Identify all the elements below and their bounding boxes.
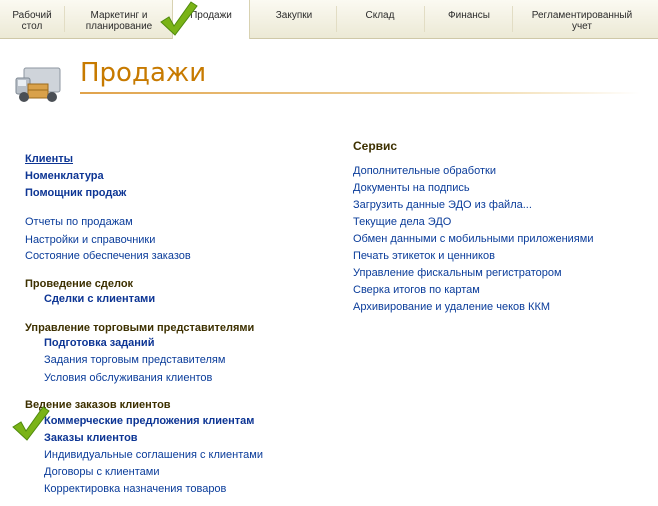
link-additional-processing[interactable]: Дополнительные обработки — [353, 164, 496, 178]
tab-divider — [424, 6, 425, 32]
tab-regulated-accounting[interactable]: Регламентированный учет — [516, 0, 648, 38]
link-load-edo-from-file[interactable]: Загрузить данные ЭДО из файла... — [353, 198, 532, 212]
link-sales-reports[interactable]: Отчеты по продажам — [25, 215, 133, 229]
link-mobile-data-exchange[interactable]: Обмен данными с мобильными приложениями — [353, 232, 593, 246]
link-fiscal-registrar[interactable]: Управление фискальным регистратором — [353, 266, 562, 280]
link-client-contracts[interactable]: Договоры с клиентами — [44, 465, 159, 479]
link-archive-receipts[interactable]: Архивирование и удаление чеков ККМ — [353, 300, 550, 314]
link-documents-to-sign[interactable]: Документы на подпись — [353, 181, 470, 195]
tab-label: Регламентированный учет — [531, 10, 633, 32]
tab-label: Маркетинг и планирование — [85, 10, 153, 32]
link-current-edo-tasks[interactable]: Текущие дела ЭДО — [353, 215, 451, 229]
tab-purchases[interactable]: Закупки — [254, 0, 334, 38]
link-commercial-offers[interactable]: Коммерческие предложения клиентам — [44, 414, 254, 428]
link-sales-assistant[interactable]: Помощник продаж — [25, 186, 126, 200]
link-order-supply-status[interactable]: Состояние обеспечения заказов — [25, 249, 191, 263]
checkmark-icon — [160, 1, 198, 36]
tab-divider — [64, 6, 65, 32]
link-card-reconciliation[interactable]: Сверка итогов по картам — [353, 283, 480, 297]
link-clients[interactable]: Клиенты — [25, 152, 73, 166]
link-individual-agreements[interactable]: Индивидуальные соглашения с клиентами — [44, 448, 263, 462]
tab-warehouse[interactable]: Склад — [340, 0, 420, 38]
tab-label: Рабочий стол — [12, 10, 52, 32]
section-tabs: Рабочий стол Маркетинг и планирование Пр… — [0, 0, 658, 39]
tab-marketing[interactable]: Маркетинг и планирование — [70, 0, 168, 38]
checkmark-icon — [12, 406, 50, 441]
tab-desktop[interactable]: Рабочий стол — [0, 0, 64, 38]
link-rep-tasks[interactable]: Задания торговым представителям — [44, 353, 225, 367]
link-settings-directories[interactable]: Настройки и справочники — [25, 233, 155, 247]
link-goods-assignment-correction[interactable]: Корректировка назначения товаров — [44, 482, 226, 496]
page-title: Продажи — [80, 58, 207, 88]
group-deals-heading: Проведение сделок — [25, 278, 134, 290]
link-client-orders[interactable]: Заказы клиентов — [44, 431, 138, 445]
link-client-deals[interactable]: Сделки с клиентами — [44, 292, 155, 306]
tab-label: Закупки — [275, 10, 313, 21]
service-heading: Сервис — [353, 139, 398, 153]
tab-finance[interactable]: Финансы — [428, 0, 510, 38]
delivery-truck-icon — [15, 67, 61, 102]
link-print-labels[interactable]: Печать этикеток и ценников — [353, 249, 495, 263]
tab-label: Финансы — [448, 10, 490, 21]
tab-divider — [512, 6, 513, 32]
title-divider — [80, 92, 640, 94]
tab-label: Склад — [365, 10, 395, 21]
tab-divider — [336, 6, 337, 32]
link-service-conditions[interactable]: Условия обслуживания клиентов — [44, 371, 212, 385]
link-nomenclature[interactable]: Номенклатура — [25, 169, 104, 183]
group-sales-reps-heading: Управление торговыми представителями — [25, 322, 255, 334]
link-task-preparation[interactable]: Подготовка заданий — [44, 336, 154, 350]
